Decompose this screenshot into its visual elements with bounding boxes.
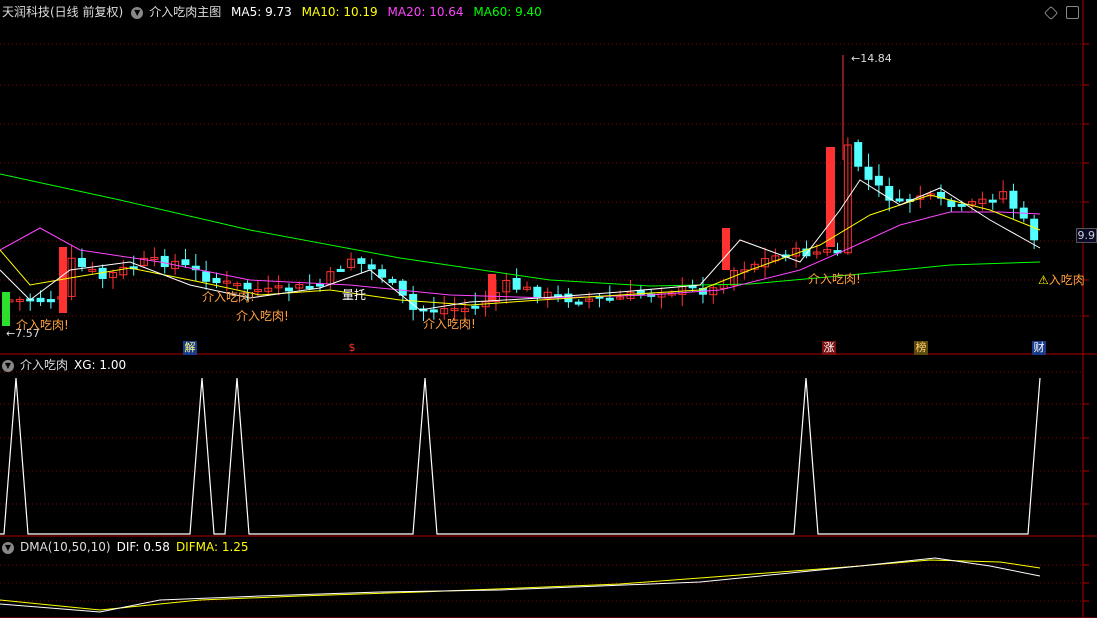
current-price-tag: 9.9 <box>1075 228 1097 243</box>
difma-value: DIFMA: 1.25 <box>175 540 249 554</box>
candle-body <box>316 283 324 287</box>
candle-body <box>471 305 480 309</box>
candle-body <box>826 147 835 247</box>
xg-line <box>0 377 1041 535</box>
event-tag-limit-up[interactable]: 涨 <box>822 341 836 355</box>
candle-body <box>2 292 10 326</box>
signal-label: ⚠入吃肉 <box>1038 273 1085 287</box>
xg-panel-header: ▼ 介入吃肉 XG: 1.00 <box>0 356 132 374</box>
candle-body <box>357 258 366 264</box>
dma-menu-icon[interactable]: ▼ <box>2 541 14 554</box>
main-panel-header: 天润科技(日线 前复权) ▼ 介入吃肉主图 MA5: 9.73 MA10: 10.1… <box>0 3 548 21</box>
ma60-value: MA60: 9.40 <box>473 5 542 19</box>
candle-body <box>895 198 904 202</box>
event-tag-dividend[interactable]: $ <box>345 341 359 355</box>
candle-body <box>305 285 314 289</box>
candle-body <box>284 287 293 292</box>
signal-label: 介入吃肉! <box>202 290 255 304</box>
candle-body <box>367 264 376 270</box>
candle-body <box>854 142 863 167</box>
indicator-name[interactable]: 介入吃肉主图 <box>149 5 221 19</box>
candle-body <box>512 277 521 290</box>
candle-body <box>160 255 169 268</box>
candle-body <box>1030 218 1039 241</box>
event-tag-finance[interactable]: 财 <box>1032 341 1046 355</box>
candle-body <box>181 259 190 266</box>
event-tag-unlock[interactable]: 解 <box>183 341 197 355</box>
volume-support-label: 量托 <box>342 288 367 302</box>
candle-body <box>957 203 966 207</box>
dif-value: DIF: 0.58 <box>116 540 170 554</box>
candle-body <box>46 299 55 303</box>
candle-body <box>202 271 211 282</box>
candle-body <box>336 268 345 272</box>
ma60-line <box>0 173 1041 287</box>
xg-menu-icon[interactable]: ▼ <box>2 359 14 372</box>
ma5-line <box>0 179 1041 311</box>
candle-body <box>1009 190 1018 209</box>
signal-label: 介入吃肉! <box>16 318 69 332</box>
xg-title[interactable]: 介入吃肉 <box>20 358 68 372</box>
xg-value: XG: 1.00 <box>74 358 127 372</box>
signal-label: 介入吃肉! <box>808 272 861 286</box>
candle-body <box>77 258 86 268</box>
candle-body <box>429 309 438 313</box>
candle-body <box>533 286 542 298</box>
candle-body <box>488 274 496 302</box>
high-price-label: ←14.84 <box>851 52 892 65</box>
difma-line <box>0 559 1041 611</box>
signal-label: 介入吃肉! <box>423 317 476 331</box>
ma10-value: MA10: 10.19 <box>301 5 378 19</box>
stock-name[interactable]: 天润科技(日线 前复权) <box>2 5 123 19</box>
dma-title[interactable]: DMA(10,50,10) <box>20 540 111 554</box>
candle-body <box>212 277 221 284</box>
candle-body <box>388 278 397 283</box>
indicator-menu-icon[interactable]: ▼ <box>131 6 144 19</box>
signal-label: 介入吃肉! <box>236 309 289 323</box>
candle-body <box>722 228 730 270</box>
candle-body <box>947 200 956 208</box>
candle-body <box>574 301 583 305</box>
restore-icon[interactable] <box>1066 6 1079 19</box>
dma-panel-header: ▼ DMA(10,50,10) DIF: 0.58 DIFMA: 1.25 <box>0 538 255 556</box>
event-tag-ranking[interactable]: 榜 <box>914 341 928 355</box>
candle-body <box>874 175 883 186</box>
candle-body <box>988 199 997 203</box>
ma20-value: MA20: 10.64 <box>387 5 464 19</box>
candle-body <box>36 297 45 303</box>
ma5-value: MA5: 9.73 <box>231 5 292 19</box>
candle-body <box>864 166 873 180</box>
candle-body <box>605 297 614 301</box>
candle-body <box>398 280 407 296</box>
candle-body <box>378 269 387 278</box>
chart-canvas[interactable] <box>0 0 1097 618</box>
